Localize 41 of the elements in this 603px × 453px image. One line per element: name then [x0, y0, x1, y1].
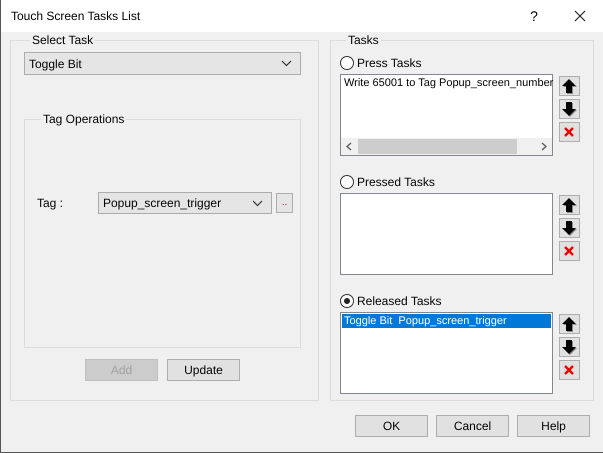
- task-radio[interactable]: Pressed Tasks: [340, 174, 593, 190]
- up-arrow-icon: [561, 316, 578, 332]
- browse-button[interactable]: ..: [276, 193, 293, 213]
- task-list[interactable]: [340, 193, 553, 275]
- close-icon: [574, 10, 586, 22]
- down-arrow-icon: [561, 100, 578, 118]
- tag-dropdown[interactable]: Popup_screen_trigger: [98, 192, 272, 214]
- group-label: Tasks: [347, 33, 380, 47]
- move-down-button[interactable]: [559, 337, 580, 357]
- task-radio[interactable]: Released Tasks: [340, 293, 593, 309]
- dialog-button[interactable]: Cancel: [436, 415, 509, 437]
- tag-label: Tag :: [37, 196, 64, 210]
- help-button[interactable]: ?: [511, 0, 557, 32]
- move-up-button[interactable]: [559, 314, 580, 334]
- group-label: Select Task: [31, 33, 94, 47]
- caret-icon: [252, 200, 263, 206]
- task-item[interactable]: Toggle Bit Popup_screen_trigger: [342, 314, 551, 328]
- group-label: Tag Operations: [42, 112, 126, 126]
- move-down-button[interactable]: [559, 218, 580, 238]
- scrollbar-thumb[interactable]: [358, 139, 517, 154]
- delete-icon: [564, 126, 575, 138]
- down-arrow-icon: [561, 338, 578, 356]
- up-arrow-icon: [561, 78, 578, 94]
- task-list[interactable]: Write 65001 to Tag Popup_screen_number: [340, 74, 553, 156]
- task-list[interactable]: Toggle Bit Popup_screen_trigger: [340, 312, 553, 394]
- move-down-button[interactable]: [559, 99, 580, 119]
- move-up-button[interactable]: [559, 76, 580, 96]
- dialog-button[interactable]: Help: [517, 415, 590, 437]
- task-item[interactable]: Write 65001 to Tag Popup_screen_number: [342, 76, 551, 90]
- down-arrow-icon: [561, 220, 578, 236]
- caret-icon: [281, 60, 292, 67]
- up-arrow-icon: [561, 196, 578, 214]
- task-radio[interactable]: Press Tasks: [340, 55, 593, 71]
- horizontal-scrollbar[interactable]: [341, 138, 552, 155]
- window-title: Touch Screen Tasks List: [10, 9, 142, 23]
- task-dropdown[interactable]: Toggle Bit: [24, 52, 301, 75]
- dialog-button[interactable]: OK: [355, 415, 428, 437]
- delete-icon: [564, 364, 575, 376]
- delete-icon: [564, 246, 575, 256]
- dialog-button[interactable]: Update: [167, 359, 240, 381]
- move-up-button[interactable]: [559, 195, 580, 215]
